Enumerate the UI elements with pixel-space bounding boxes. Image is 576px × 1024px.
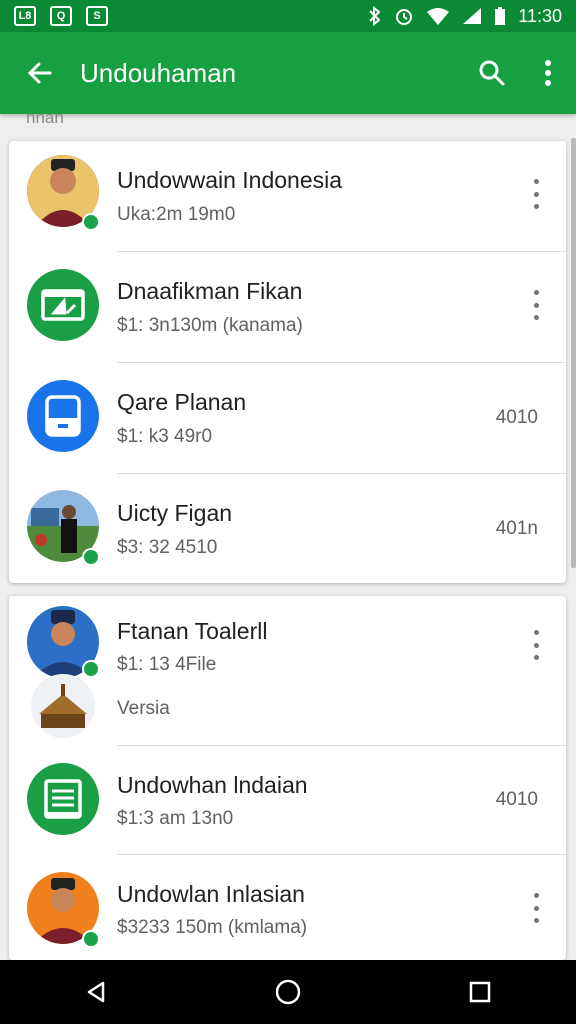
- nav-back-button[interactable]: [64, 960, 128, 1024]
- item-title: Undowwain Indonesia: [117, 167, 343, 193]
- more-options-button[interactable]: [520, 59, 576, 87]
- list-item[interactable]: Undowlan Inlasian $3233 150m (kmlama): [9, 855, 566, 960]
- notification-icons: L8 Q S: [14, 6, 108, 26]
- item-subtitle-secondary: Versia: [117, 698, 170, 719]
- avatar: [27, 269, 99, 341]
- bluetooth-icon: [369, 6, 381, 26]
- item-subtitle: $1: k3 49r0: [117, 426, 213, 447]
- list-item[interactable]: Undowwain Indonesia Uka:2m 19m0: [9, 141, 566, 252]
- item-menu-button[interactable]: [526, 893, 546, 923]
- clock: 11:30: [518, 5, 562, 26]
- item-menu-button[interactable]: [526, 179, 546, 209]
- item-subtitle: $3: 32 4510: [117, 537, 218, 558]
- item-subtitle: $1: 3n130m (kanama): [117, 315, 303, 336]
- avatar: [27, 380, 99, 452]
- more-vert-icon: [545, 60, 551, 86]
- page-title: Undouhaman: [80, 57, 237, 88]
- list-item[interactable]: Uicty Figan $3: 32 4510 401n: [9, 474, 566, 583]
- circle-home-icon: [275, 979, 301, 1005]
- item-value: 4010: [495, 789, 538, 810]
- green-card-icon: [41, 289, 85, 321]
- signal-icon: [463, 8, 482, 24]
- avatar: [27, 763, 99, 835]
- online-badge: [82, 548, 100, 566]
- list-card: Ftanan Toalerll $1: 13 4File Versia Undo…: [9, 596, 566, 960]
- item-menu-button[interactable]: [526, 290, 546, 320]
- list-item[interactable]: Dnaafikman Fikan $1: 3n130m (kanama): [9, 252, 566, 363]
- notification-icon: S: [86, 6, 108, 26]
- online-badge: [82, 213, 100, 231]
- item-value: 401n: [495, 518, 538, 539]
- item-subtitle: $1:3 am 13n0: [117, 808, 234, 829]
- item-title: Qare Planan: [117, 389, 247, 415]
- online-badge: [82, 660, 100, 678]
- building-photo-icon: [31, 674, 95, 738]
- wifi-icon: [427, 8, 450, 25]
- search-icon: [479, 60, 505, 86]
- notification-icon: Q: [50, 6, 72, 26]
- item-title: Dnaafikman Fikan: [117, 278, 303, 304]
- list-item[interactable]: Undowhan lndaian $1:3 am 13n0 4010: [9, 746, 566, 855]
- list-card: Undowwain Indonesia Uka:2m 19m0 Dnaafikm…: [9, 141, 566, 583]
- square-recents-icon: [469, 981, 491, 1003]
- building-avatar: [31, 674, 95, 738]
- nav-home-button[interactable]: [256, 960, 320, 1024]
- item-title: Uicty Figan: [117, 500, 233, 526]
- list-item[interactable]: Qare Planan $1: k3 49r0 4010: [9, 363, 566, 474]
- item-value: 4010: [495, 407, 538, 428]
- list-item[interactable]: Ftanan Toalerll $1: 13 4File Versia: [9, 596, 566, 746]
- item-subtitle: $3233 150m (kmlama): [117, 917, 308, 938]
- app-bar: Undouhaman: [0, 32, 576, 114]
- search-button[interactable]: [464, 59, 520, 87]
- triangle-back-icon: [87, 981, 105, 1003]
- scrollbar[interactable]: [571, 138, 576, 568]
- item-title: Undowlan Inlasian: [117, 881, 305, 907]
- item-title: Undowhan lndaian: [117, 772, 308, 798]
- online-badge: [82, 930, 100, 948]
- item-title: Ftanan Toalerll: [117, 618, 268, 644]
- arrow-back-icon: [27, 62, 52, 84]
- section-header: nnan: [26, 108, 64, 127]
- battery-icon: [495, 7, 506, 25]
- alarm-icon: [396, 9, 413, 25]
- nav-recents-button[interactable]: [448, 960, 512, 1024]
- item-subtitle: Uka:2m 19m0: [117, 204, 236, 225]
- notification-icon: L8: [14, 6, 36, 26]
- back-button[interactable]: [0, 59, 80, 87]
- blue-device-icon: [45, 395, 81, 437]
- item-subtitle: $1: 13 4File: [117, 654, 217, 675]
- green-document-icon: [44, 779, 82, 819]
- item-menu-button[interactable]: [526, 630, 546, 660]
- navigation-bar: [0, 960, 576, 1024]
- status-bar: L8 Q S 11:30: [0, 0, 576, 32]
- system-icons: 11:30: [368, 6, 562, 27]
